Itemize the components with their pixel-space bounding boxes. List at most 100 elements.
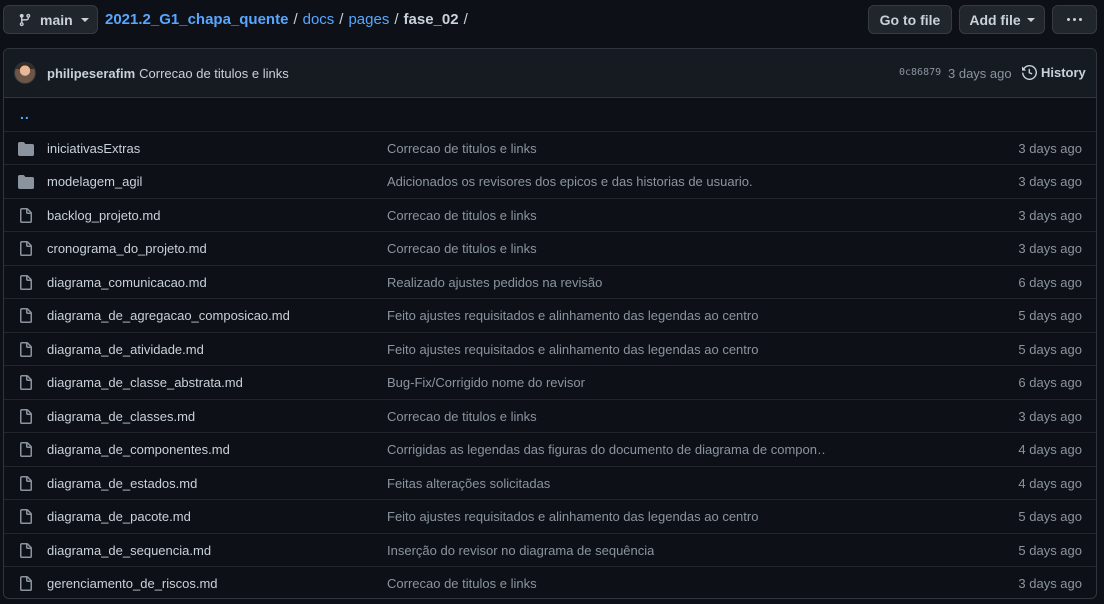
file-commit-message[interactable]: Corrigidas as legendas das figuras do do…: [387, 442, 827, 457]
chevron-down-icon: [80, 17, 89, 22]
file-browser: philipeserafim Correcao de titulos e lin…: [3, 48, 1097, 599]
file-name-link[interactable]: diagrama_de_componentes.md: [47, 442, 230, 457]
file-row[interactable]: cronograma_do_projeto.md Correcao de tit…: [4, 232, 1096, 266]
file-commit-age: 3 days ago: [1018, 408, 1082, 424]
file-commit-age: 4 days ago: [1018, 442, 1082, 457]
breadcrumb-repo-link[interactable]: 2021.2_G1_chapa_quente: [105, 11, 288, 28]
breadcrumb-current-folder: fase_02: [403, 11, 459, 28]
file-name-link[interactable]: diagrama_de_agregacao_composicao.md: [47, 308, 290, 323]
branch-name: main: [40, 11, 73, 28]
more-options-button[interactable]: [1052, 5, 1097, 34]
file-name-link[interactable]: iniciativasExtras: [47, 141, 140, 156]
breadcrumb-separator: /: [463, 11, 468, 28]
file-commit-age: 6 days ago: [1018, 274, 1082, 290]
file-row[interactable]: diagrama_de_agregacao_composicao.md Feit…: [4, 299, 1096, 333]
file-commit-age: 4 days ago: [1018, 475, 1082, 491]
file-name-link[interactable]: diagrama_de_classe_abstrata.md: [47, 375, 243, 390]
breadcrumb-docs-link[interactable]: docs: [303, 11, 335, 28]
file-name-link[interactable]: diagrama_de_estados.md: [47, 476, 197, 491]
commit-message[interactable]: Correcao de titulos e links: [139, 66, 289, 81]
kebab-icon: [1067, 18, 1082, 21]
file-row[interactable]: diagrama_de_estados.md Feitas alterações…: [4, 467, 1096, 500]
avatar[interactable]: [14, 62, 36, 84]
file-commit-age: 5 days ago: [1018, 308, 1082, 323]
file-name-link[interactable]: cronograma_do_projeto.md: [47, 241, 207, 256]
go-to-file-label: Go to file: [879, 11, 941, 28]
file-commit-age: 3 days ago: [1018, 140, 1082, 156]
file-row[interactable]: diagrama_de_componentes.md Corrigidas as…: [4, 433, 1096, 467]
file-commit-message[interactable]: Realizado ajustes pedidos na revisão: [387, 275, 602, 290]
breadcrumb: 2021.2_G1_chapa_quente / docs / pages / …: [105, 11, 468, 28]
file-name-link[interactable]: gerenciamento_de_riscos.md: [47, 576, 218, 591]
file-name-link[interactable]: modelagem_agil: [47, 174, 142, 189]
file-commit-message[interactable]: Correcao de titulos e links: [387, 208, 537, 223]
file-row[interactable]: diagrama_comunicacao.md Realizado ajuste…: [4, 266, 1096, 299]
history-label: History: [1041, 65, 1086, 80]
file-icon: [18, 475, 34, 492]
file-icon: [18, 375, 34, 391]
parent-directory-row[interactable]: ..: [4, 98, 1096, 132]
file-row[interactable]: diagrama_de_classe_abstrata.md Bug-Fix/C…: [4, 366, 1096, 400]
history-button[interactable]: History: [1022, 65, 1086, 80]
file-commit-message[interactable]: Feitas alterações solicitadas: [387, 476, 550, 491]
file-icon: [18, 576, 34, 592]
folder-icon: [18, 141, 34, 157]
chevron-down-icon: [1026, 17, 1035, 22]
top-bar: main 2021.2_G1_chapa_quente / docs / pag…: [0, 0, 1104, 40]
file-commit-message[interactable]: Correcao de titulos e links: [387, 241, 537, 256]
breadcrumb-pages-link[interactable]: pages: [348, 11, 389, 28]
commit-age: 3 days ago: [948, 66, 1012, 81]
file-row[interactable]: iniciativasExtras Correcao de titulos e …: [4, 132, 1096, 165]
parent-directory-link[interactable]: ..: [4, 106, 30, 122]
git-branch-icon: [19, 13, 31, 26]
file-icon: [18, 442, 34, 458]
file-row[interactable]: diagrama_de_atividade.md Feito ajustes r…: [4, 333, 1096, 366]
commit-sha[interactable]: 0c86879: [899, 67, 941, 78]
file-icon: [18, 308, 34, 324]
file-commit-age: 5 days ago: [1018, 542, 1082, 558]
commit-author[interactable]: philipeserafim: [47, 66, 135, 81]
file-commit-message[interactable]: Bug-Fix/Corrigido nome do revisor: [387, 375, 585, 390]
file-commit-message[interactable]: Feito ajustes requisitados e alinhamento…: [387, 308, 758, 323]
add-file-label: Add file: [969, 11, 1021, 28]
breadcrumb-separator: /: [339, 11, 344, 28]
file-icon: [18, 542, 34, 559]
file-row[interactable]: diagrama_de_sequencia.md Inserção do rev…: [4, 534, 1096, 567]
file-name-link[interactable]: diagrama_de_pacote.md: [47, 509, 191, 524]
file-commit-message[interactable]: Correcao de titulos e links: [387, 409, 537, 424]
latest-commit-bar: philipeserafim Correcao de titulos e lin…: [4, 49, 1096, 98]
file-icon: [18, 274, 34, 291]
file-commit-message[interactable]: Correcao de titulos e links: [387, 576, 537, 591]
file-name-link[interactable]: diagrama_de_sequencia.md: [47, 543, 211, 558]
file-row[interactable]: diagrama_de_classes.md Correcao de titul…: [4, 400, 1096, 433]
file-icon: [18, 509, 34, 525]
file-commit-message[interactable]: Feito ajustes requisitados e alinhamento…: [387, 342, 758, 357]
file-commit-message[interactable]: Adicionados os revisores dos epicos e da…: [387, 174, 753, 189]
file-icon: [18, 408, 34, 425]
add-file-button[interactable]: Add file: [959, 5, 1045, 34]
file-name-link[interactable]: diagrama_de_atividade.md: [47, 342, 204, 357]
file-row[interactable]: modelagem_agil Adicionados os revisores …: [4, 165, 1096, 199]
file-row[interactable]: diagrama_de_pacote.md Feito ajustes requ…: [4, 500, 1096, 534]
branch-select-button[interactable]: main: [3, 5, 98, 34]
file-commit-age: 3 days ago: [1018, 207, 1082, 223]
file-commit-message[interactable]: Inserção do revisor no diagrama de sequê…: [387, 543, 654, 558]
file-commit-message[interactable]: Correcao de titulos e links: [387, 141, 537, 156]
file-icon: [18, 241, 34, 257]
history-icon: [1022, 65, 1037, 80]
file-name-link[interactable]: backlog_projeto.md: [47, 208, 160, 223]
file-commit-message[interactable]: Feito ajustes requisitados e alinhamento…: [387, 509, 758, 524]
file-commit-age: 3 days ago: [1018, 174, 1082, 189]
file-row[interactable]: gerenciamento_de_riscos.md Correcao de t…: [4, 567, 1096, 598]
breadcrumb-separator: /: [293, 11, 298, 28]
file-commit-age: 3 days ago: [1018, 576, 1082, 591]
breadcrumb-separator: /: [394, 11, 399, 28]
file-icon: [18, 207, 34, 224]
go-to-file-button[interactable]: Go to file: [868, 5, 952, 34]
file-icon: [18, 341, 34, 358]
file-name-link[interactable]: diagrama_comunicacao.md: [47, 275, 207, 290]
file-name-link[interactable]: diagrama_de_classes.md: [47, 409, 195, 424]
file-commit-age: 5 days ago: [1018, 509, 1082, 524]
folder-icon: [18, 174, 34, 190]
file-row[interactable]: backlog_projeto.md Correcao de titulos e…: [4, 199, 1096, 232]
